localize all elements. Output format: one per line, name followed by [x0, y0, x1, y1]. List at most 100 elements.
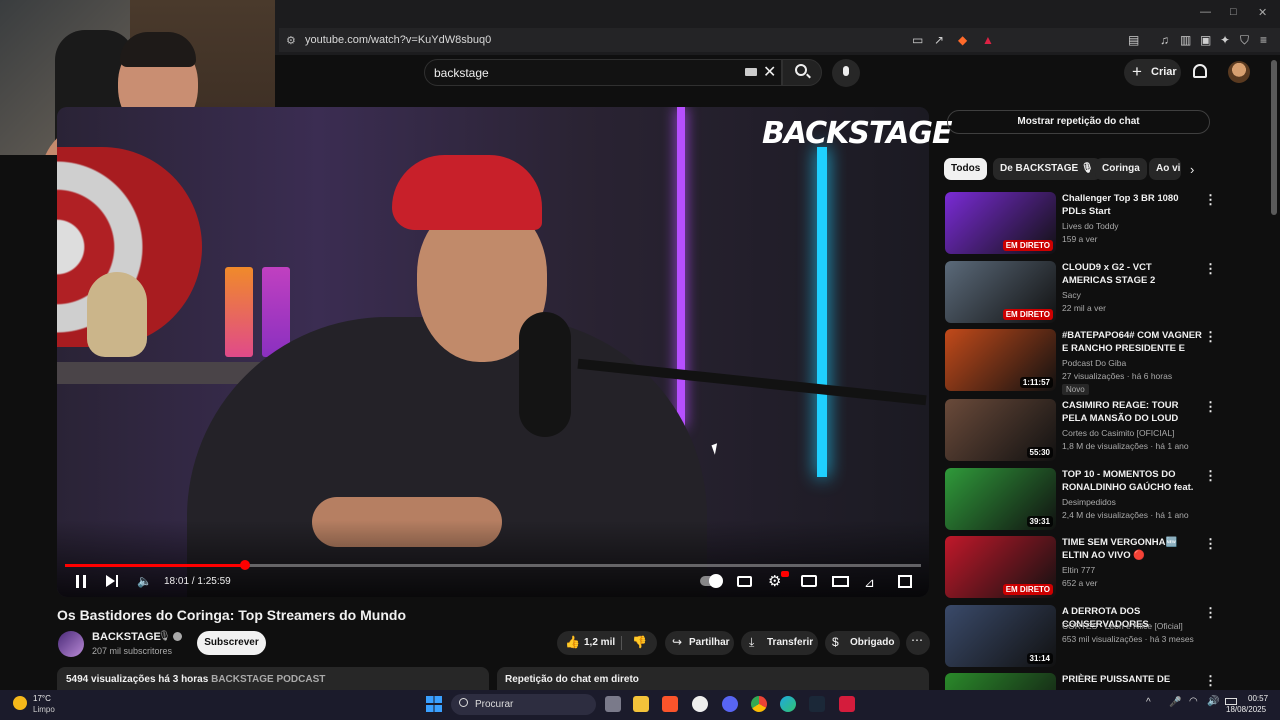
- discord-icon[interactable]: [722, 696, 738, 712]
- more-options-icon[interactable]: ⋮: [1204, 468, 1217, 484]
- more-options-icon[interactable]: ⋮: [1204, 605, 1217, 621]
- more-options-icon[interactable]: ⋮: [1204, 192, 1217, 208]
- task-view-icon[interactable]: [605, 696, 621, 712]
- voice-search-button[interactable]: [832, 59, 860, 87]
- rewards-icon[interactable]: ▲: [982, 33, 994, 47]
- clock-time[interactable]: 00:57: [1248, 694, 1268, 703]
- media-icon[interactable]: ♫: [1160, 33, 1169, 47]
- clear-search-icon[interactable]: ✕: [763, 62, 776, 82]
- recommendation-title[interactable]: TOP 10 - MOMENTOS DO RONALDINHO GAÚCHO f…: [1062, 468, 1202, 495]
- battery-icon[interactable]: [1225, 698, 1237, 705]
- settings-gear-icon[interactable]: ⚙: [768, 572, 781, 590]
- fullscreen-icon[interactable]: [898, 575, 912, 588]
- chrome-icon[interactable]: [751, 696, 767, 712]
- recommendation-channel[interactable]: Sacy: [1062, 290, 1081, 300]
- more-options-icon[interactable]: ⋮: [1204, 399, 1217, 415]
- download-button[interactable]: ⤓ Transferir: [741, 631, 818, 655]
- description-tag[interactable]: BACKSTAGE PODCAST: [211, 674, 325, 685]
- more-actions-button[interactable]: ⋯: [906, 631, 930, 655]
- taskbar-search[interactable]: [451, 694, 596, 715]
- progress-bar[interactable]: [65, 564, 921, 567]
- recommendation-item[interactable]: 55:30 CASIMIRO REAGE: TOUR PELA MANSÃO DO…: [945, 399, 1265, 463]
- sidebar-icon[interactable]: ▥: [1180, 33, 1191, 47]
- channel-avatar[interactable]: [58, 631, 84, 657]
- cast-icon[interactable]: ⊿: [864, 575, 875, 591]
- more-options-icon[interactable]: ⋮: [1204, 673, 1217, 689]
- close-icon[interactable]: ✕: [1258, 6, 1267, 19]
- recommendation-title[interactable]: CASIMIRO REAGE: TOUR PELA MANSÃO DO LOUD…: [1062, 399, 1202, 426]
- minimize-icon[interactable]: —: [1200, 6, 1211, 18]
- recommendation-item[interactable]: 39:31 TOP 10 - MOMENTOS DO RONALDINHO GAÚ…: [945, 468, 1265, 532]
- install-app-icon[interactable]: ▭: [912, 33, 923, 47]
- address-url[interactable]: youtube.com/watch?v=KuYdW8sbuq0: [305, 34, 491, 46]
- site-settings-icon[interactable]: ⚙: [286, 34, 296, 47]
- subtitles-icon[interactable]: [737, 576, 752, 587]
- recommendation-item[interactable]: EM DIRETO CLOUD9 x G2 - VCT AMERICAS STAG…: [945, 261, 1265, 325]
- recommendation-title[interactable]: #BATEPAPO64# COM VAGNER E RANCHO PRESIDE…: [1062, 329, 1202, 356]
- recommendation-title[interactable]: PRIÈRE PUISSANTE DE: [1062, 673, 1202, 686]
- brave-browser-icon[interactable]: [662, 696, 678, 712]
- autoplay-toggle[interactable]: [700, 574, 723, 588]
- subscribe-button[interactable]: Subscrever: [197, 631, 266, 655]
- page-scrollbar[interactable]: [1271, 60, 1277, 215]
- keyboard-icon[interactable]: [745, 68, 757, 76]
- recommendation-channel[interactable]: Lives do Toddy: [1062, 221, 1119, 231]
- create-button[interactable]: + Criar: [1124, 59, 1181, 86]
- chip-all[interactable]: Todos: [944, 158, 988, 180]
- share-icon[interactable]: ↗: [934, 33, 944, 47]
- recommendation-title[interactable]: TIME SEM VERGONHA🆕 ELTIN AO VIVO 🔴: [1062, 536, 1202, 562]
- progress-scrubber[interactable]: [239, 560, 250, 570]
- more-options-icon[interactable]: ⋮: [1204, 261, 1217, 277]
- chip-coringa[interactable]: Coringa: [1095, 158, 1147, 180]
- recommendation-thumbnail[interactable]: 55:30: [945, 399, 1056, 461]
- recommendation-item[interactable]: EM DIRETO Challenger Top 3 BR 1080 PDLs S…: [945, 192, 1265, 256]
- tray-chevron-icon[interactable]: ^: [1146, 697, 1151, 708]
- recommendation-item[interactable]: PRIÈRE PUISSANTE DE ⋮: [945, 673, 1265, 690]
- pause-icon[interactable]: [76, 575, 86, 588]
- chevron-right-icon[interactable]: ›: [1190, 162, 1194, 177]
- app-pinned-icon[interactable]: [839, 696, 855, 712]
- recommendation-title[interactable]: Challenger Top 3 BR 1080 PDLs Start: [1062, 192, 1202, 218]
- recommendation-title[interactable]: CLOUD9 x G2 - VCT AMERICAS STAGE 2 #VCTW…: [1062, 261, 1202, 288]
- theater-mode-icon[interactable]: [832, 576, 849, 587]
- speaker-icon[interactable]: 🔊: [1207, 696, 1219, 707]
- recommendation-thumbnail[interactable]: EM DIRETO: [945, 261, 1056, 323]
- thanks-button[interactable]: $ Obrigado: [825, 631, 900, 655]
- wifi-icon[interactable]: ◠: [1189, 696, 1198, 707]
- more-options-icon[interactable]: ⋮: [1204, 329, 1217, 345]
- recommendation-channel[interactable]: Desimpedidos: [1062, 497, 1116, 507]
- recommendation-channel[interactable]: Eltin 777: [1062, 565, 1095, 575]
- search-input-value[interactable]: backstage: [434, 66, 489, 80]
- recommendation-thumbnail[interactable]: [945, 673, 1056, 690]
- recommendation-thumbnail[interactable]: 1:11:57: [945, 329, 1056, 391]
- tray-mic-icon[interactable]: 🎤: [1169, 697, 1181, 708]
- thumbs-down-icon[interactable]: 👎: [632, 635, 647, 649]
- channel-name[interactable]: BACKSTAGE: [92, 631, 161, 643]
- weather-condition[interactable]: Limpo: [33, 705, 55, 714]
- clock-date[interactable]: 18/08/2025: [1226, 705, 1266, 714]
- recommendation-item[interactable]: 31:14 A DERROTA DOS CONSERVADORES CORTES -…: [945, 605, 1265, 669]
- recommendation-thumbnail[interactable]: EM DIRETO: [945, 536, 1056, 598]
- file-explorer-icon[interactable]: [633, 696, 649, 712]
- menu-icon[interactable]: ≡: [1260, 33, 1267, 47]
- notifications-bell-icon[interactable]: [1193, 64, 1207, 78]
- chip-from-channel[interactable]: De BACKSTAGE 🎙: [993, 158, 1101, 180]
- recommendation-thumbnail[interactable]: 39:31: [945, 468, 1056, 530]
- edge-icon[interactable]: [780, 696, 796, 712]
- leo-ai-icon[interactable]: ✦: [1220, 33, 1230, 47]
- reader-mode-icon[interactable]: ▤: [1128, 33, 1139, 47]
- more-options-icon[interactable]: ⋮: [1204, 536, 1217, 552]
- recommendation-channel[interactable]: CORTES - Leon e Nilce [Oficial]: [1062, 621, 1183, 631]
- recommendation-thumbnail[interactable]: 31:14: [945, 605, 1056, 667]
- recommendation-channel[interactable]: Cortes do Casimito [OFICIAL]: [1062, 428, 1174, 438]
- miniplayer-icon[interactable]: [801, 575, 817, 587]
- recommendation-item[interactable]: EM DIRETO TIME SEM VERGONHA🆕 ELTIN AO VIV…: [945, 536, 1265, 600]
- steam-icon[interactable]: [809, 696, 825, 712]
- account-avatar[interactable]: [1228, 61, 1250, 83]
- chip-live[interactable]: Ao vi: [1149, 158, 1181, 180]
- recommendation-item[interactable]: 1:11:57 #BATEPAPO64# COM VAGNER E RANCHO …: [945, 329, 1265, 395]
- weather-moon-icon[interactable]: [13, 696, 27, 710]
- brave-shield-icon[interactable]: ◆: [958, 33, 967, 47]
- app-icon[interactable]: [692, 696, 708, 712]
- vpn-icon[interactable]: ⛉: [1240, 33, 1249, 48]
